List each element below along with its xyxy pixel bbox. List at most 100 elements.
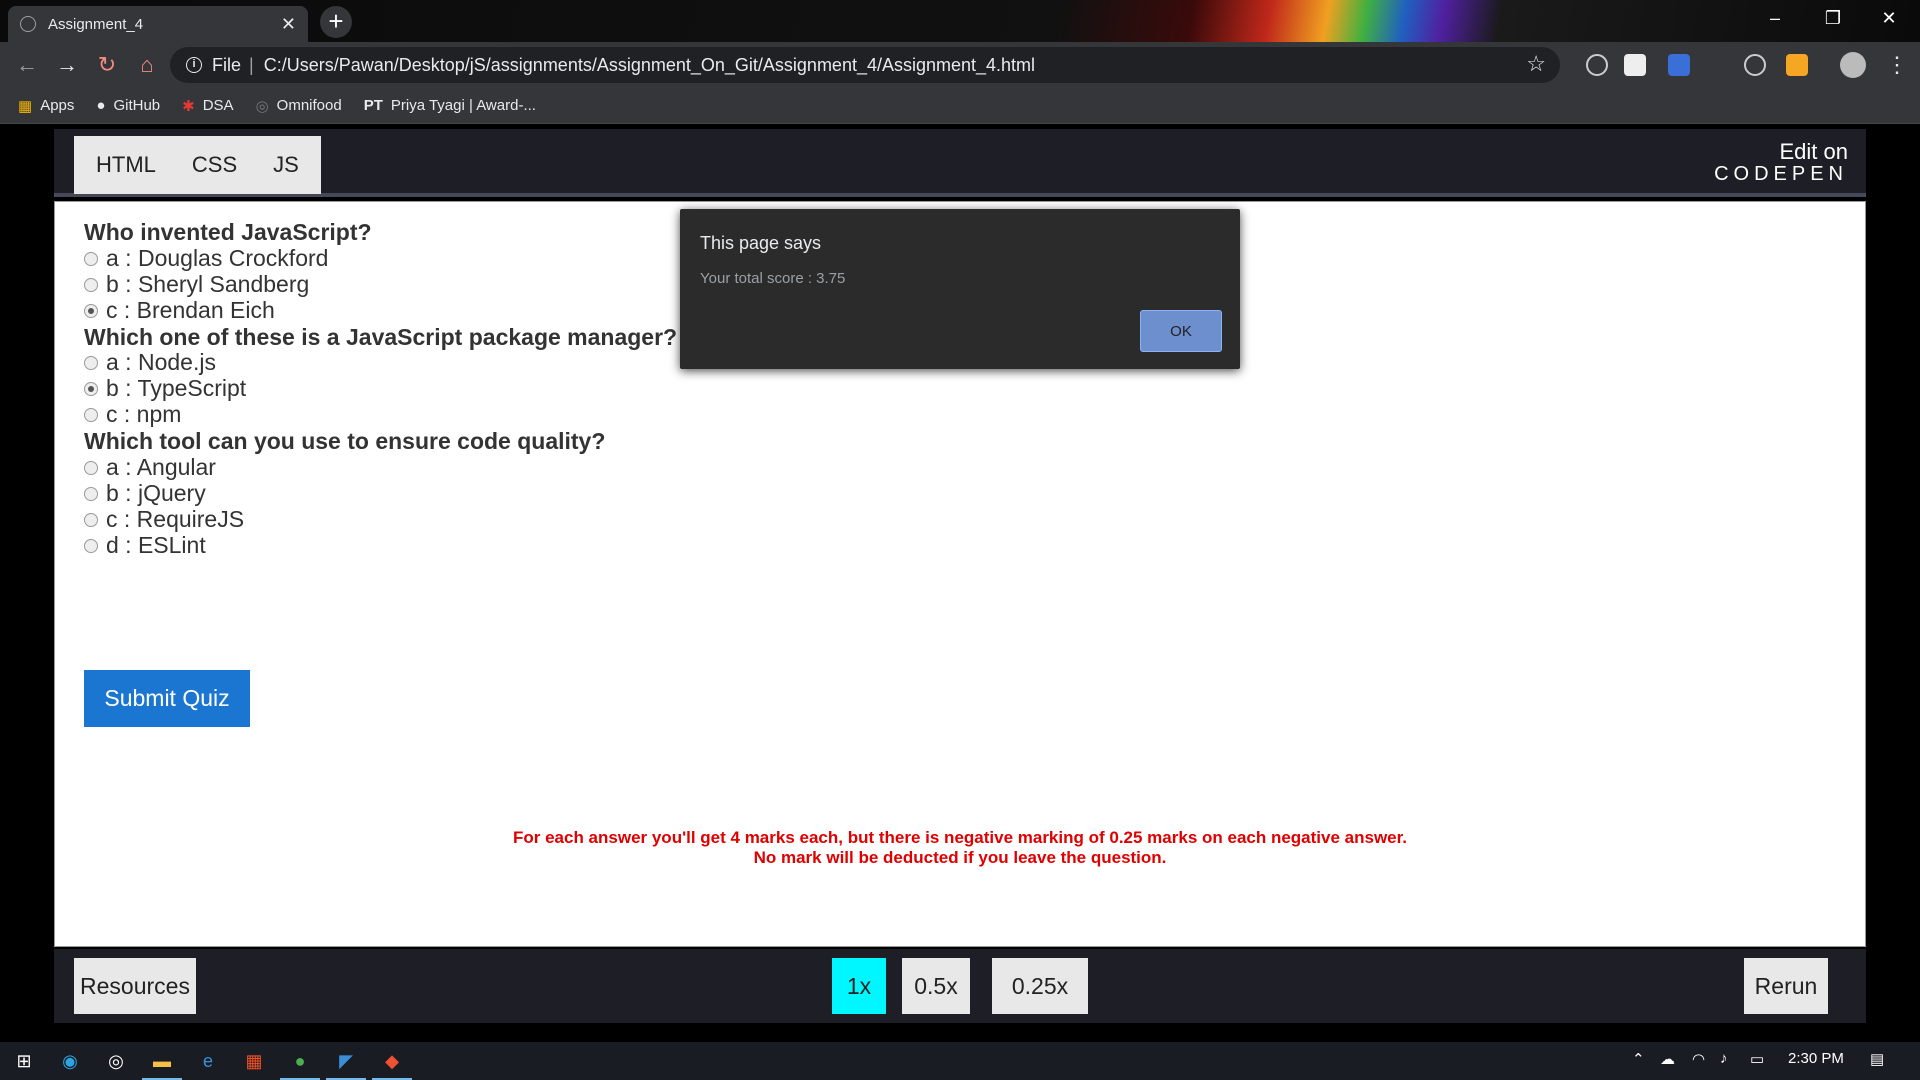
translate-extension-icon[interactable]: [1668, 54, 1690, 76]
profile-avatar[interactable]: [1840, 52, 1866, 78]
bookmark-label: Omnifood: [276, 97, 342, 114]
radio-button-checked[interactable]: [84, 303, 98, 318]
orange-extension-icon[interactable]: [1786, 54, 1808, 76]
vscode-icon[interactable]: ◤: [326, 1048, 366, 1080]
home-icon[interactable]: ⌂: [132, 50, 162, 80]
codepen-logo: CODEPEN: [1714, 163, 1848, 185]
option-label: c : RequireJS: [106, 506, 245, 532]
file-label: File: [212, 54, 242, 75]
tab-html[interactable]: HTML: [78, 152, 174, 178]
sync-extension-icon[interactable]: [1744, 54, 1766, 76]
taskbar: ⊞ ◉ ◎ ▬ e ▦ ● ◤ ◆ ⌃ ☁ ◠ ♪ ▭ 2:30 PM ▤: [0, 1042, 1920, 1080]
radio-button[interactable]: [84, 251, 98, 266]
wifi-icon[interactable]: ◠: [1692, 1050, 1705, 1068]
option-q2-c[interactable]: c : npm: [84, 401, 181, 428]
option-label: b : Sheryl Sandberg: [106, 271, 310, 297]
bookmark-dsa[interactable]: ✱ DSA: [182, 97, 233, 115]
onedrive-icon[interactable]: ☁: [1660, 1050, 1675, 1068]
option-q3-a[interactable]: a : Angular: [84, 454, 216, 481]
ok-button[interactable]: OK: [1140, 310, 1222, 352]
telegram-icon[interactable]: ◉: [56, 1048, 84, 1074]
battery-icon[interactable]: ▭: [1750, 1050, 1764, 1068]
bookmark-apps[interactable]: ▦ Apps: [18, 97, 74, 115]
bookmark-priya-tyagi[interactable]: PT Priya Tyagi | Award-...: [364, 97, 536, 114]
address-bar[interactable]: i File | C:/Users/Pawan/Desktop/jS/assig…: [170, 47, 1560, 83]
option-q1-a[interactable]: a : Douglas Crockford: [84, 245, 328, 272]
close-window-icon[interactable]: ✕: [1866, 0, 1912, 40]
git-icon[interactable]: ◆: [372, 1048, 412, 1080]
tab-js[interactable]: JS: [255, 152, 317, 178]
codepen-header: HTML CSS JS Edit on CODEPEN: [54, 129, 1866, 197]
alert-message: Your total score : 3.75: [700, 270, 846, 287]
bookmark-label: Apps: [40, 97, 75, 114]
radio-button[interactable]: [84, 538, 98, 553]
speed-0-5x-button[interactable]: 0.5x: [902, 958, 970, 1014]
minimize-icon[interactable]: –: [1752, 0, 1798, 40]
forward-icon[interactable]: →: [52, 50, 82, 80]
fonts-extension-icon[interactable]: [1624, 54, 1646, 76]
option-label: d : ESLint: [106, 532, 206, 558]
store-icon[interactable]: ▦: [240, 1048, 268, 1074]
option-q3-b[interactable]: b : jQuery: [84, 480, 206, 507]
speed-1x-button[interactable]: 1x: [832, 958, 886, 1014]
tab-css[interactable]: CSS: [174, 152, 255, 178]
radio-button[interactable]: [84, 355, 98, 370]
option-q2-a[interactable]: a : Node.js: [84, 349, 216, 376]
omnifood-icon: ◎: [255, 97, 269, 115]
browser-toolbar: ← → ↻ ⌂ i File | C:/Users/Pawan/Desktop/…: [0, 42, 1920, 88]
notification-icon[interactable]: ▤: [1870, 1050, 1884, 1068]
browser-tab[interactable]: Assignment_4 ✕: [8, 6, 308, 42]
radio-button-checked[interactable]: [84, 381, 98, 396]
option-label: a : Node.js: [106, 349, 216, 375]
extension-icon[interactable]: [1586, 54, 1608, 76]
bookmarks-bar: ▦ Apps ● GitHub ✱ DSA ◎ Omnifood PT Priy…: [0, 88, 1920, 124]
bookmark-star-icon[interactable]: ☆: [1526, 51, 1546, 77]
alert-dialog: This page says Your total score : 3.75 O…: [680, 209, 1240, 369]
option-q1-c[interactable]: c : Brendan Eich: [84, 297, 275, 324]
radio-button[interactable]: [84, 277, 98, 292]
obs-icon[interactable]: ◎: [102, 1048, 130, 1074]
back-icon[interactable]: ←: [12, 50, 42, 80]
chevron-up-icon[interactable]: ⌃: [1632, 1050, 1645, 1068]
chrome-icon[interactable]: ●: [280, 1048, 320, 1080]
restore-icon[interactable]: ❐: [1810, 0, 1856, 40]
bookmark-github[interactable]: ● GitHub: [96, 97, 160, 114]
file-explorer-icon[interactable]: ▬: [142, 1048, 182, 1080]
resources-button[interactable]: Resources: [74, 958, 196, 1014]
submit-quiz-button[interactable]: Submit Quiz: [84, 670, 250, 727]
bookmark-omnifood[interactable]: ◎ Omnifood: [256, 97, 342, 115]
option-q2-b[interactable]: b : TypeScript: [84, 375, 246, 402]
radio-button[interactable]: [84, 512, 98, 527]
option-q1-b[interactable]: b : Sheryl Sandberg: [84, 271, 309, 298]
globe-icon: [20, 16, 36, 32]
rerun-button[interactable]: Rerun: [1744, 958, 1828, 1014]
radio-button[interactable]: [84, 486, 98, 501]
question-1: Who invented JavaScript?: [84, 219, 372, 245]
option-label: b : TypeScript: [106, 375, 247, 401]
alert-title: This page says: [700, 233, 822, 253]
new-tab-button[interactable]: +: [320, 6, 352, 38]
clock-time[interactable]: 2:30 PM: [1788, 1050, 1844, 1067]
speed-0-25x-button[interactable]: 0.25x: [992, 958, 1088, 1014]
pt-icon: PT: [363, 97, 383, 114]
close-tab-icon[interactable]: ✕: [281, 14, 296, 35]
codepen-tabs: HTML CSS JS: [74, 136, 321, 194]
volume-icon[interactable]: ♪: [1720, 1050, 1728, 1067]
radio-button[interactable]: [84, 460, 98, 475]
edit-on-codepen-link[interactable]: Edit on CODEPEN: [1714, 139, 1848, 186]
windows-start-icon[interactable]: ⊞: [10, 1048, 38, 1074]
url-text: C:/Users/Pawan/Desktop/jS/assignments/As…: [263, 54, 1036, 75]
reload-icon[interactable]: ↻: [92, 50, 122, 80]
info-icon[interactable]: i: [186, 57, 202, 73]
codepen-footer: Resources 1x 0.5x 0.25x Rerun: [54, 949, 1866, 1023]
edge-icon[interactable]: e: [194, 1048, 222, 1074]
option-label: a : Douglas Crockford: [106, 245, 329, 271]
option-q3-c[interactable]: c : RequireJS: [84, 506, 244, 533]
apps-grid-icon: ▦: [18, 97, 33, 115]
tab-title: Assignment_4: [48, 15, 144, 33]
menu-icon[interactable]: ⋮: [1882, 50, 1912, 80]
option-q3-d[interactable]: d : ESLint: [84, 532, 206, 559]
page-content: HTML CSS JS Edit on CODEPEN Who invented…: [0, 125, 1920, 1043]
browser-tab-strip: Assignment_4 ✕ + – ❐ ✕: [0, 0, 1920, 42]
radio-button[interactable]: [84, 407, 98, 422]
